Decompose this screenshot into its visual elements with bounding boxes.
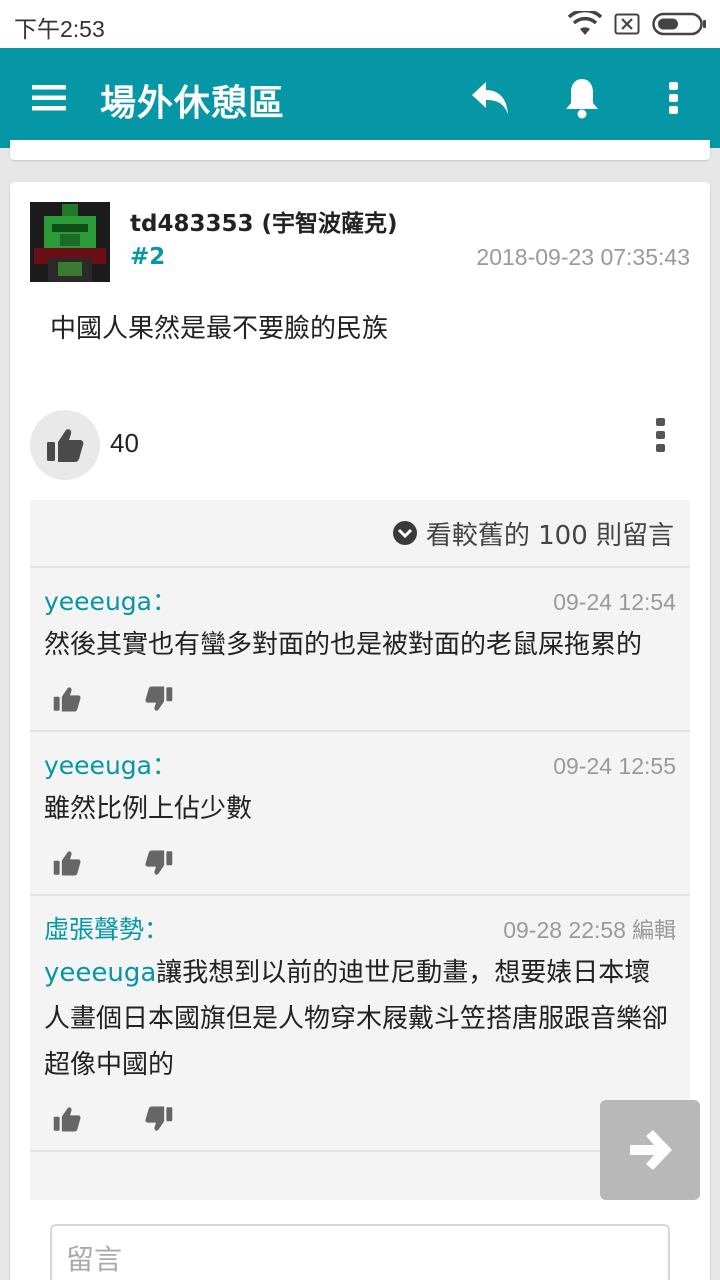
like-button[interactable]: [30, 410, 100, 480]
post-floor[interactable]: #2: [130, 244, 165, 270]
status-time: 下午2:53: [14, 16, 105, 42]
status-bar: 下午2:53: [0, 0, 720, 48]
app-toolbar: 場外休憩區: [0, 48, 720, 148]
battery-icon: [652, 12, 706, 36]
thumb-up-icon[interactable]: [52, 849, 82, 877]
load-older-label: 看較舊的 100 則留言: [425, 520, 674, 551]
next-page-button[interactable]: [600, 1100, 700, 1200]
comment-item: 虛張聲勢： 09-28 22:58 編輯 yeeeuga讓我想到以前的迪世尼動畫…: [30, 896, 690, 1152]
comment-user[interactable]: yeeeuga：: [44, 582, 177, 618]
bell-icon[interactable]: [558, 74, 606, 122]
post-more-icon[interactable]: [654, 416, 668, 456]
comment-item: yeeeuga： 09-24 12:55 雖然比例上佔少數: [30, 732, 690, 896]
previous-post-card: [10, 140, 710, 160]
thumb-down-icon[interactable]: [144, 1105, 174, 1133]
post-time: 2018-09-23 07:35:43: [476, 244, 690, 270]
page-title: 場外休憩區: [100, 83, 286, 124]
comment-user[interactable]: 虛張聲勢：: [44, 910, 169, 946]
comment-mention[interactable]: yeeeuga: [44, 958, 156, 988]
thumb-down-icon[interactable]: [144, 849, 174, 877]
sim-icon: [614, 13, 640, 35]
comment-edit-link[interactable]: 編輯: [632, 913, 676, 945]
post-author[interactable]: td483353 (宇智波薩克): [130, 204, 398, 238]
comment-input[interactable]: 留言: [50, 1224, 670, 1280]
comment-time: 09-24 12:54: [553, 589, 676, 615]
comments-section: 看較舊的 100 則留言 yeeeuga： 09-24 12:54 然後其實也有…: [30, 500, 690, 1200]
post-body: 中國人果然是最不要臉的民族: [50, 314, 389, 344]
comment-text: 雖然比例上佔少數: [44, 794, 253, 824]
thumb-up-icon: [47, 429, 84, 462]
more-vert-icon[interactable]: [650, 74, 698, 122]
comment-time: 09-24 12:55: [553, 753, 676, 779]
wifi-icon: [568, 11, 602, 35]
comment-user[interactable]: yeeeuga：: [44, 746, 177, 782]
reply-icon[interactable]: [466, 74, 514, 122]
status-icons: [568, 10, 708, 38]
like-count: 40: [110, 428, 139, 458]
thumb-down-icon[interactable]: [144, 685, 174, 713]
menu-icon[interactable]: [30, 78, 70, 118]
comment-time: 09-28 22:58: [503, 917, 626, 943]
comment-text: 然後其實也有蠻多對面的也是被對面的老鼠屎拖累的: [44, 630, 643, 660]
comment-item: yeeeuga： 09-24 12:54 然後其實也有蠻多對面的也是被對面的老鼠…: [30, 568, 690, 732]
avatar[interactable]: [30, 202, 110, 282]
thumb-up-icon[interactable]: [52, 1105, 82, 1133]
thumb-up-icon[interactable]: [52, 685, 82, 713]
comment-text: yeeeuga讓我想到以前的迪世尼動畫，想要婊日本壞人畫個日本國旗但是人物穿木屐…: [44, 950, 676, 1088]
chevron-down-circle-icon: [392, 521, 417, 545]
arrow-right-icon: [630, 1130, 672, 1170]
load-older-comments-button[interactable]: 看較舊的 100 則留言: [30, 500, 690, 568]
